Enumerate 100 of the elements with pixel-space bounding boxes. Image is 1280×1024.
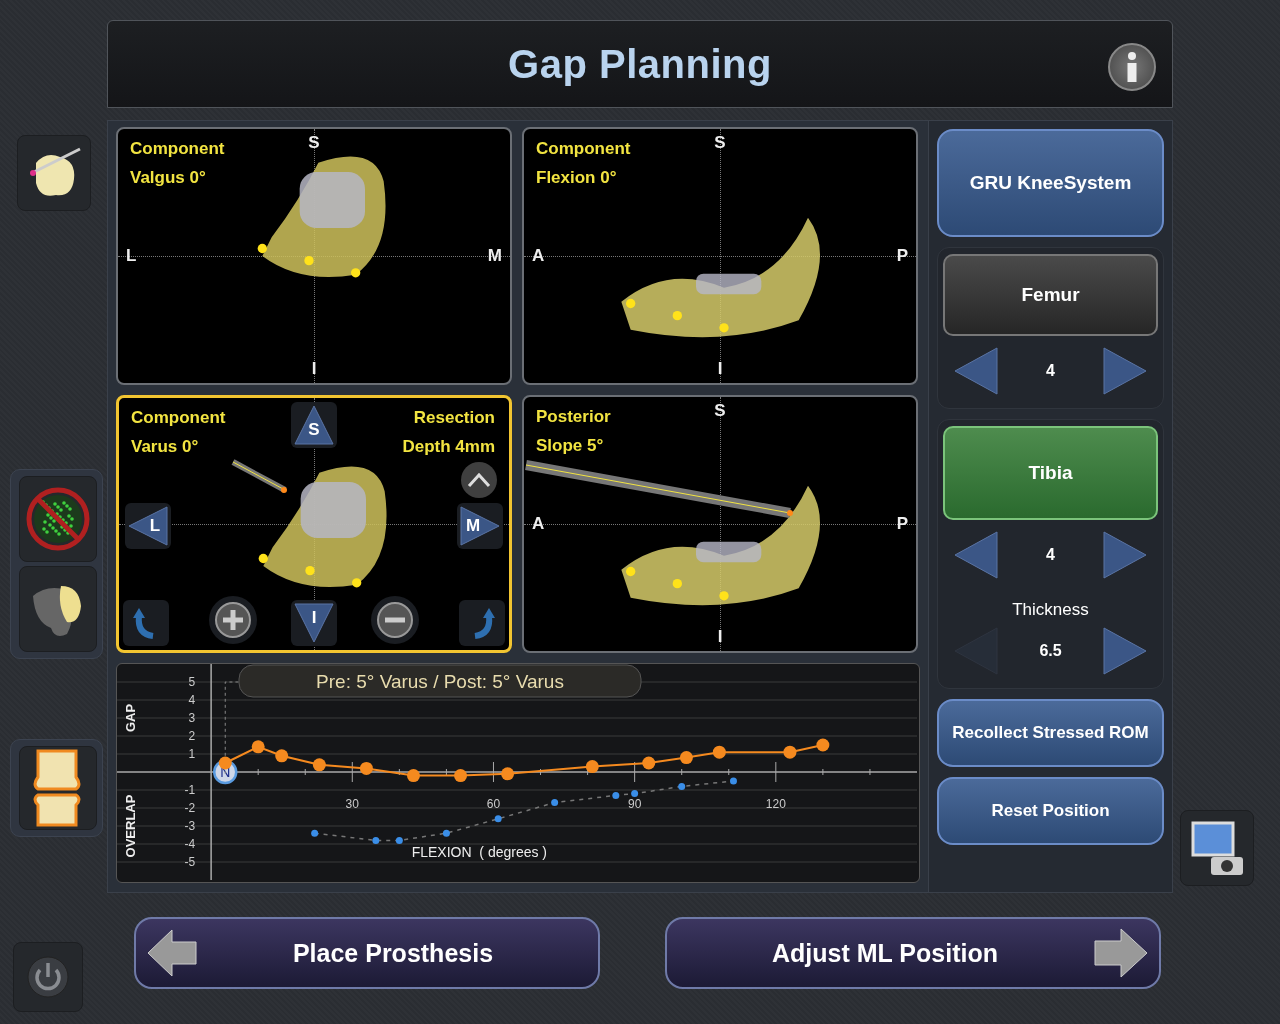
viewport-label: Component (131, 408, 226, 428)
viewport-label: Resection (413, 408, 495, 428)
chart-title: Pre: 5° Varus / Post: 5° Varus (238, 664, 642, 698)
tick-label: 30 (345, 797, 359, 811)
stepper-value: 6.5 (1039, 642, 1062, 660)
system-button[interactable]: GRU KneeSystem (937, 129, 1164, 237)
axis-title: GAP (123, 703, 138, 733)
tick-label: 120 (765, 797, 786, 811)
viewport-label: Flexion 0° (536, 168, 617, 188)
left-arrow-icon (146, 928, 198, 978)
back-button[interactable]: Place Prosthesis (134, 917, 600, 989)
axis-label: I (311, 359, 317, 379)
axis-label: I (717, 627, 723, 647)
next-button[interactable]: Adjust ML Position (665, 917, 1161, 989)
component-button[interactable]: Femur (943, 254, 1158, 336)
tick-label: 2 (188, 729, 196, 743)
tick-label: 5 (188, 675, 196, 689)
data-point (551, 799, 559, 807)
tick-label: -1 (184, 783, 196, 797)
tick-label: 1 (188, 747, 196, 761)
tick-label: 90 (627, 797, 642, 811)
axis-label: I (717, 359, 723, 379)
zoom-in-button[interactable] (209, 596, 257, 644)
bone-section-icon[interactable] (19, 566, 97, 652)
axis-label: S (714, 133, 726, 153)
screenshot-button[interactable] (1179, 810, 1254, 886)
data-point (312, 758, 326, 772)
minus-icon (376, 601, 414, 639)
data-point (642, 756, 656, 770)
probe-drawing (229, 458, 289, 494)
data-point (501, 767, 515, 781)
tick-label: -3 (184, 819, 196, 833)
stepper-value: 4 (1046, 362, 1055, 380)
data-point (585, 760, 599, 774)
data-point (631, 790, 639, 798)
right-arrow-icon (1093, 927, 1149, 979)
data-point (454, 769, 468, 783)
axis-title: FLEXION ( degrees ) (411, 843, 548, 860)
info-button[interactable] (1108, 43, 1156, 91)
component-button[interactable]: Tibia (943, 426, 1158, 520)
axis-label: P (896, 514, 908, 534)
move-up-button[interactable]: S (291, 402, 337, 448)
data-point (406, 769, 420, 783)
data-point (678, 782, 686, 790)
data-point (359, 761, 373, 775)
viewport[interactable]: Component Flexion 0° S I A P (522, 127, 918, 385)
move-right-button[interactable]: M (457, 503, 503, 549)
bone-probe-icon[interactable] (16, 135, 91, 211)
axis-label: M (487, 246, 502, 266)
stepper-value: 4 (1046, 546, 1055, 564)
collapse-button[interactable] (461, 462, 497, 498)
data-point (816, 738, 830, 752)
move-left-button[interactable]: L (125, 503, 171, 549)
data-point (311, 829, 319, 837)
viewport[interactable]: Component Valgus 0° S I L M (116, 127, 512, 385)
data-point (395, 836, 403, 844)
stepper-label: Thickness (1011, 600, 1090, 620)
info-icon (1126, 52, 1138, 82)
viewport[interactable]: Posterior Slope 5° S I A P (522, 395, 918, 653)
tick-label: -4 (184, 837, 196, 851)
chevron-up-icon (467, 472, 491, 488)
viewport-label: Depth 4mm (402, 437, 495, 457)
tick-label: 60 (486, 797, 501, 811)
axis-label: L (126, 246, 137, 266)
rotate-left-button[interactable] (123, 600, 169, 646)
plus-icon (214, 601, 252, 639)
data-point (612, 791, 620, 799)
tick-label: -2 (184, 801, 196, 815)
tick-label: 3 (188, 711, 196, 725)
tick-label: -5 (184, 855, 196, 869)
axis-title: OVERLAP (123, 794, 138, 858)
data-point (729, 777, 737, 785)
data-point (251, 740, 265, 754)
zoom-out-button[interactable] (371, 596, 419, 644)
chart-title: Pre: 5° Varus / Post: 5° Varus (316, 671, 564, 692)
viewport[interactable]: Component Varus 0° Resection Depth 4mm S I L M (116, 395, 512, 653)
knee-joint-icon[interactable] (19, 746, 97, 830)
rotate-right-button[interactable] (459, 600, 505, 646)
move-down-button[interactable]: I (291, 600, 337, 646)
action-button[interactable]: Reset Position (937, 777, 1164, 845)
data-point (442, 829, 450, 837)
data-point (275, 749, 289, 763)
axis-label: A (532, 514, 545, 534)
viewport-label: Component (130, 139, 225, 159)
data-point (783, 745, 797, 759)
viewport-label: Component (536, 139, 631, 159)
axis-label: A (532, 246, 545, 266)
page-title: Gap Planning (508, 41, 772, 87)
tick-label: 4 (188, 693, 196, 707)
axis-label: S (714, 401, 726, 421)
no-points-icon[interactable] (19, 476, 97, 562)
data-point (494, 815, 502, 823)
data-point (679, 751, 693, 765)
axis-label: P (896, 246, 908, 266)
axis-label: S (308, 133, 320, 153)
action-button[interactable]: Recollect Stressed ROM (937, 699, 1164, 767)
viewport-label: Valgus 0° (130, 168, 206, 188)
power-button[interactable] (12, 942, 83, 1012)
viewport-label: Slope 5° (536, 436, 604, 456)
data-point (712, 745, 726, 759)
